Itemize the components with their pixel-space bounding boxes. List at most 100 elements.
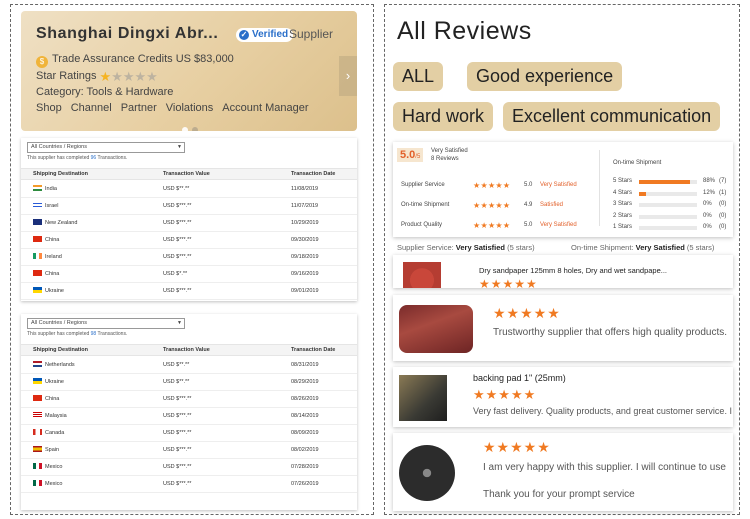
chevron-right-icon[interactable]: ›	[339, 56, 357, 96]
column-header: Transaction Value	[163, 171, 210, 177]
metric-label: Supplier Service	[401, 182, 445, 188]
shipment-stars: (5 stars)	[686, 243, 715, 252]
distribution-count: (0)	[719, 212, 727, 219]
value-cell: USD $***.**	[163, 237, 192, 243]
tag-hard-work[interactable]: Hard work	[393, 102, 494, 131]
value-cell: USD $***.**	[163, 430, 192, 436]
rating-stars: ★★★★★	[473, 387, 537, 402]
country-name: Netherlands	[45, 362, 75, 368]
star-ratings-label: Star Ratings	[36, 70, 97, 82]
nav-link-shop[interactable]: Shop	[36, 102, 62, 114]
spain-flag-icon	[33, 446, 42, 452]
service-stars: (5 stars)	[507, 243, 535, 252]
sandpaper-image	[403, 262, 441, 288]
carousel-dots[interactable]	[182, 120, 202, 131]
distribution-bar	[639, 180, 697, 184]
review-count: 8 Reviews	[431, 156, 459, 162]
transaction-count: This supplier has completed 96 Transacti…	[27, 155, 127, 161]
column-header: Shipping Destination	[33, 171, 88, 177]
nav-link-partner[interactable]: Partner	[121, 102, 157, 114]
distribution-label: 4 Stars	[613, 189, 633, 196]
country-name: China	[45, 237, 60, 243]
country-name: China	[45, 396, 60, 402]
table-row: Mexico USD $***.** 07/26/2019	[21, 476, 357, 493]
distribution-count: (1)	[719, 189, 727, 196]
country-name: Ireland	[45, 254, 62, 260]
country-name: Mexico	[45, 481, 63, 487]
nav-link-account-manager[interactable]: Account Manager	[222, 102, 308, 114]
carousel-dot[interactable]	[182, 127, 188, 131]
review-item[interactable]: ★★★★★ Trustworthy supplier that offers h…	[393, 295, 733, 361]
value-cell: USD $***.**	[163, 413, 192, 419]
carousel-dot[interactable]	[192, 127, 198, 131]
country-name: India	[45, 186, 57, 192]
supplier-pane: Shanghai Dingxi Abr... ✓ Verified Supplie…	[10, 4, 374, 515]
tag-all[interactable]: ALL	[393, 62, 444, 91]
transaction-count-prefix: This supplier has completed	[27, 331, 91, 337]
reviews-pane: All Reviews ALL Good experience Hard wor…	[384, 4, 740, 515]
product-name[interactable]: Dry sandpaper 125mm 8 holes, Dry and wet…	[479, 266, 667, 275]
value-cell: USD $**.**	[163, 186, 190, 192]
review-item[interactable]: Dry sandpaper 125mm 8 holes, Dry and wet…	[393, 255, 733, 288]
date-cell: 10/29/2019	[291, 220, 319, 226]
date-cell: 07/28/2019	[291, 464, 319, 470]
destination-cell: New Zealand	[33, 215, 77, 231]
tag-good-experience[interactable]: Good experience	[467, 62, 623, 91]
table-row: Canada USD $***.** 08/09/2019	[21, 425, 357, 442]
transaction-count-prefix: This supplier has completed	[27, 155, 91, 161]
metric-label: Product Quality	[401, 222, 443, 228]
service-label: Supplier Service:	[397, 243, 454, 252]
flap-disc-image	[399, 445, 455, 501]
metric-score: 5.0	[524, 182, 533, 188]
nav-link-violations[interactable]: Violations	[166, 102, 214, 114]
india-flag-icon	[33, 185, 42, 191]
country-name: China	[45, 271, 60, 277]
star-icon: ★	[146, 69, 158, 84]
date-cell: 08/29/2019	[291, 379, 319, 385]
supplier-name[interactable]: Shanghai Dingxi Abr...	[36, 25, 218, 43]
distribution-label: 3 Stars	[613, 201, 633, 207]
supplier-label: Supplier	[289, 27, 334, 41]
region-select[interactable]: All Countries / Regions ▼	[27, 318, 185, 329]
review-item[interactable]: ★★★★★ I am very happy with this supplier…	[393, 433, 733, 511]
tag-excellent-communication[interactable]: Excellent communication	[503, 102, 721, 131]
review-item[interactable]: backing pad 1" (25mm) ★★★★★ Very fast de…	[393, 367, 733, 427]
column-header: Shipping Destination	[33, 347, 88, 353]
destination-cell: China	[33, 391, 59, 407]
value-cell: USD $***.**	[163, 254, 192, 260]
metric-text: Very Satisfied	[540, 182, 577, 188]
review-text: Very fast delivery. Quality products, an…	[473, 406, 733, 416]
destination-cell: India	[33, 181, 57, 197]
date-cell: 11/07/2019	[291, 203, 319, 209]
date-cell: 08/31/2019	[291, 362, 319, 368]
transactions-table: All Countries / Regions ▼ This supplier ha…	[21, 314, 357, 510]
ukraine-flag-icon	[33, 287, 42, 293]
region-select[interactable]: All Countries / Regions ▼	[27, 142, 185, 153]
distribution-label: 1 Stars	[613, 224, 633, 230]
star-icon: ★	[134, 69, 147, 84]
country-name: New Zealand	[45, 220, 78, 226]
star-ratings: Star Ratings ★★★★★	[36, 69, 158, 85]
star-icon: ★	[111, 69, 123, 84]
service-value: Very Satisfied	[455, 243, 505, 252]
country-name: Malaysia	[45, 413, 67, 419]
region-select-value: All Countries / Regions	[31, 144, 87, 150]
table-row: Spain USD $***.** 08/02/2019	[21, 442, 357, 459]
ireland-flag-icon	[33, 253, 42, 259]
review-summary: 5.0/5 Very Satisfied 8 Reviews Supplier …	[393, 142, 733, 237]
country-name: Ukraine	[45, 288, 64, 294]
trade-assurance-text: Trade Assurance Credits US $83,000	[52, 53, 234, 65]
product-name[interactable]: backing pad 1" (25mm)	[473, 373, 566, 383]
date-cell: 09/18/2019	[291, 254, 319, 260]
score-value: 5.0	[400, 149, 416, 161]
distribution-bar	[639, 203, 697, 207]
ratings-line: On-time Shipment: Very Satisfied (5 star…	[571, 243, 714, 252]
value-cell: USD $***.**	[163, 288, 192, 294]
table-row: Malaysia USD $***.** 08/14/2019	[21, 408, 357, 425]
transaction-count: This supplier has completed 98 Transacti…	[27, 331, 127, 337]
transaction-count-suffix: Transactions.	[96, 155, 128, 161]
metric-stars: ★★★★★	[473, 181, 511, 190]
table-row: China USD $***.** 08/26/2019	[21, 391, 357, 408]
distribution-label: 2 Stars	[613, 212, 633, 219]
nav-link-channel[interactable]: Channel	[71, 102, 112, 114]
